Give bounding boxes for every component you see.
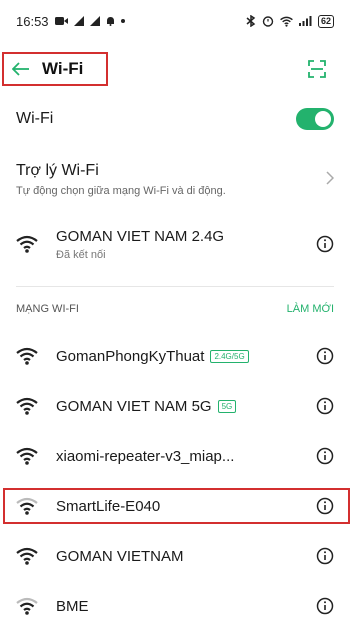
bluetooth-icon <box>246 15 256 27</box>
wifi-signal-icon <box>16 347 38 365</box>
wifi-signal-icon <box>16 597 38 615</box>
network-name: GOMAN VIETNAM <box>56 547 184 565</box>
status-time: 16:53 <box>16 13 49 29</box>
battery-indicator: 62 <box>317 14 334 28</box>
back-arrow-icon[interactable] <box>11 58 30 80</box>
wifi-toggle-row: Wi-Fi <box>0 94 350 144</box>
status-bar: 16:53 62 <box>0 0 350 42</box>
connected-network-row[interactable]: GOMAN VIET NAM 2.4G Đã kết nối <box>0 214 350 274</box>
scan-qr-button[interactable] <box>304 56 330 82</box>
network-item[interactable]: GOMAN VIETNAM <box>0 531 350 581</box>
wifi-assistant-row[interactable]: Trợ lý Wi-Fi Tự động chọn giữa mạng Wi-F… <box>0 144 350 214</box>
network-item[interactable]: GomanPhongKyThuat 2.4G/5G <box>0 331 350 381</box>
info-icon[interactable] <box>316 447 334 465</box>
connected-network-name: GOMAN VIET NAM 2.4G <box>56 227 225 245</box>
wifi-toggle-label: Wi-Fi <box>16 110 54 127</box>
networks-section-header: MẠNG WI-FI LÀM MỚI <box>0 287 350 331</box>
signal-arrow-icon-2 <box>89 16 100 26</box>
wifi-signal-icon <box>16 397 38 415</box>
wifi-assistant-subtitle: Tự động chọn giữa mạng Wi-Fi và di động. <box>16 184 226 197</box>
network-name: GOMAN VIET NAM 5G <box>56 397 212 415</box>
wifi-signal-icon <box>16 547 38 565</box>
info-icon[interactable] <box>316 347 334 365</box>
band-badge: 2.4G/5G <box>210 349 249 363</box>
wifi-assistant-title: Trợ lý Wi-Fi <box>16 161 99 179</box>
networks-section-title: MẠNG WI-FI <box>16 303 79 315</box>
network-item[interactable]: BME <box>0 581 350 631</box>
network-item[interactable]: xiaomi-repeater-v3_miap... <box>0 431 350 481</box>
wifi-signal-icon <box>16 235 38 253</box>
wifi-toggle-switch[interactable] <box>296 108 334 130</box>
network-name: BME <box>56 597 89 615</box>
info-icon[interactable] <box>316 597 334 615</box>
scan-icon <box>308 60 326 78</box>
network-item[interactable]: SmartLife-E040 <box>0 481 350 531</box>
signal-arrow-icon <box>73 16 84 26</box>
network-list: GomanPhongKyThuat 2.4G/5G GOMAN VIET NAM… <box>0 331 350 631</box>
wifi-status-icon <box>280 16 293 27</box>
dot-icon <box>120 19 125 23</box>
info-icon[interactable] <box>316 235 334 253</box>
network-name: GomanPhongKyThuat <box>56 347 205 365</box>
connected-network-status: Đã kết nối <box>56 248 106 261</box>
chevron-right-icon <box>326 168 335 191</box>
wifi-signal-icon <box>16 447 38 465</box>
header: Wi-Fi <box>0 42 350 94</box>
alarm-icon <box>262 15 274 27</box>
video-icon <box>54 16 68 26</box>
network-name: xiaomi-repeater-v3_miap... <box>56 447 235 465</box>
refresh-button[interactable]: LÀM MỚI <box>287 303 334 315</box>
info-icon[interactable] <box>316 547 334 565</box>
cell-signal-icon <box>298 16 312 26</box>
info-icon[interactable] <box>316 397 334 415</box>
notification-bell-icon <box>106 16 115 26</box>
back-title-highlight: Wi-Fi <box>2 52 108 86</box>
highlight-box <box>3 488 350 524</box>
network-item[interactable]: GOMAN VIET NAM 5G 5G <box>0 381 350 431</box>
page-title: Wi-Fi <box>42 59 84 78</box>
band-badge: 5G <box>217 399 237 413</box>
